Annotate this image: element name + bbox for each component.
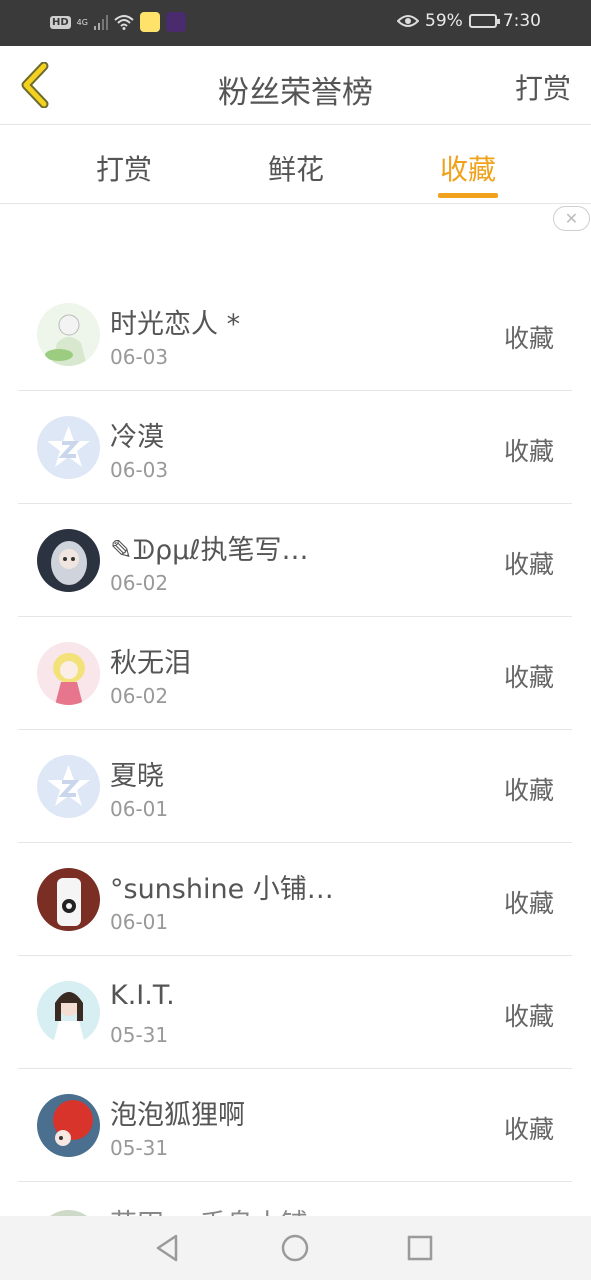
close-button[interactable]: ✕ xyxy=(553,206,590,231)
app-notification-icon xyxy=(139,12,160,32)
list-item[interactable]: K.I.T. 05-31 收藏 xyxy=(18,956,572,1069)
list-item-partial[interactable]: 花田一 千鸟小铺 xyxy=(18,1200,572,1216)
date: 06-02 xyxy=(110,684,169,708)
reward-button[interactable]: 打赏 xyxy=(515,67,571,107)
status-right: 59% 7:30 xyxy=(397,11,541,31)
app-header: 粉丝荣誉榜 打赏 xyxy=(0,46,591,125)
battery-icon xyxy=(468,14,500,28)
avatar xyxy=(37,1094,100,1157)
list-item[interactable]: 泡泡狐狸啊 05-31 收藏 xyxy=(18,1069,572,1182)
clock: 7:30 xyxy=(502,11,541,31)
nav-home-button[interactable] xyxy=(279,1232,311,1264)
nav-back-button[interactable] xyxy=(152,1232,184,1264)
tab-favorites[interactable]: 收藏 xyxy=(408,148,528,188)
date: 05-31 xyxy=(110,1023,169,1047)
avatar xyxy=(37,868,100,931)
date: 06-03 xyxy=(110,345,169,369)
user-name: ✎ᗫρμℓ执笔写… xyxy=(110,535,309,566)
battery-percent: 59% xyxy=(425,11,463,31)
user-name: 夏晓 xyxy=(110,761,164,792)
close-icon: ✕ xyxy=(564,209,579,228)
action-label: 收藏 xyxy=(503,437,554,466)
eye-icon xyxy=(397,15,420,27)
status-left: HD 4G xyxy=(50,12,186,32)
list-item[interactable]: 秋无泪 06-02 收藏 xyxy=(18,617,572,730)
hd-indicator: HD xyxy=(50,15,71,29)
avatar xyxy=(37,642,100,705)
list-item[interactable]: 夏晓 06-01 收藏 xyxy=(18,730,572,843)
date: 06-01 xyxy=(110,910,169,934)
back-triangle-icon xyxy=(156,1234,178,1262)
list-item[interactable]: ✎ᗫρμℓ执笔写… 06-02 收藏 xyxy=(18,504,572,617)
user-name: °sunshine 小铺… xyxy=(110,874,334,905)
action-label: 收藏 xyxy=(503,663,554,692)
user-name: 时光恋人 * xyxy=(110,309,241,340)
app-notification-icon-2 xyxy=(165,12,186,32)
status-bar: HD 4G 59% 7:30 xyxy=(0,0,591,46)
date: 06-01 xyxy=(110,797,169,821)
avatar xyxy=(37,755,100,818)
action-label: 收藏 xyxy=(503,776,554,805)
home-circle-icon xyxy=(281,1234,309,1262)
user-name: K.I.T. xyxy=(110,980,175,1011)
list-item[interactable]: 时光恋人 * 06-03 收藏 xyxy=(18,278,572,391)
nav-recent-button[interactable] xyxy=(404,1232,436,1264)
avatar xyxy=(37,529,100,592)
signal-icon xyxy=(93,15,108,30)
action-label: 收藏 xyxy=(503,1115,554,1144)
recent-square-icon xyxy=(407,1235,433,1261)
avatar xyxy=(37,981,100,1044)
wifi-icon xyxy=(114,15,134,30)
tab-bar: 打赏 鲜花 收藏 xyxy=(0,126,591,204)
active-tab-indicator xyxy=(438,193,498,198)
user-name: 泡泡狐狸啊 xyxy=(110,1100,245,1131)
avatar xyxy=(37,416,100,479)
date: 06-03 xyxy=(110,458,169,482)
action-label: 收藏 xyxy=(503,324,554,353)
list-item[interactable]: °sunshine 小铺… 06-01 收藏 xyxy=(18,843,572,956)
tab-flowers[interactable]: 鲜花 xyxy=(236,148,356,188)
action-label: 收藏 xyxy=(503,1002,554,1031)
fan-list: 时光恋人 * 06-03 收藏 冷漠 06-03 收藏 ✎ᗫρμℓ执笔写… 06… xyxy=(18,278,572,1182)
avatar xyxy=(37,303,100,366)
user-name: 花田一 千鸟小铺 xyxy=(110,1202,308,1216)
date: 05-31 xyxy=(110,1136,169,1160)
network-type: 4G xyxy=(76,17,88,27)
user-name: 秋无泪 xyxy=(110,648,191,679)
system-nav-bar xyxy=(0,1216,591,1280)
tab-reward[interactable]: 打赏 xyxy=(64,148,184,188)
action-label: 收藏 xyxy=(503,550,554,579)
page-title: 粉丝荣誉榜 xyxy=(218,75,373,111)
user-name: 冷漠 xyxy=(110,422,164,453)
list-item[interactable]: 冷漠 06-03 收藏 xyxy=(18,391,572,504)
date: 06-02 xyxy=(110,571,169,595)
action-label: 收藏 xyxy=(503,889,554,918)
